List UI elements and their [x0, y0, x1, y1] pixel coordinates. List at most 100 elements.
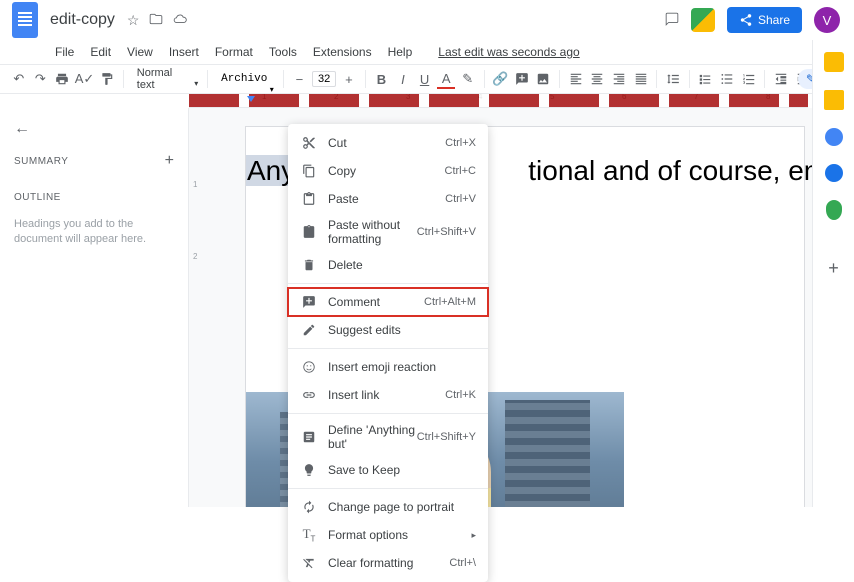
highlight-color-icon[interactable]: ✎ — [459, 69, 477, 89]
add-comment-icon[interactable] — [513, 69, 531, 89]
google-side-panel: + — [812, 40, 854, 507]
move-folder-icon[interactable] — [149, 12, 163, 29]
italic-icon[interactable]: I — [394, 69, 412, 89]
meet-icon[interactable] — [691, 8, 715, 32]
align-center-icon[interactable] — [589, 69, 607, 89]
share-label: Share — [758, 13, 790, 27]
link-icon — [300, 386, 318, 404]
share-button[interactable]: Share — [727, 7, 802, 33]
menu-extensions[interactable]: Extensions — [306, 42, 379, 62]
app-header: edit-copy ☆ Share V — [0, 0, 854, 40]
menu-tools[interactable]: Tools — [262, 42, 304, 62]
context-menu-save-to-keep[interactable]: Save to Keep — [288, 456, 488, 484]
collapse-sidebar-icon[interactable]: ← — [14, 120, 30, 138]
bold-icon[interactable]: B — [373, 69, 391, 89]
body-text[interactable]: tional and of course, emiss — [528, 155, 854, 186]
context-menu-label: Delete — [328, 258, 476, 272]
context-menu-paste[interactable]: PasteCtrl+V — [288, 185, 488, 213]
bulleted-list-icon[interactable] — [718, 69, 736, 89]
context-menu-label: Copy — [328, 164, 445, 178]
keep-icon[interactable] — [824, 90, 844, 110]
toolbar: ↶ ↷ A✓ Normal text Archivo − + B I U A ✎… — [0, 64, 854, 94]
paragraph-style-select[interactable]: Normal text — [131, 65, 200, 93]
spellcheck-icon[interactable]: A✓ — [75, 69, 95, 89]
context-menu-label: Define 'Anything but' — [328, 423, 417, 451]
context-menu-label: Insert emoji reaction — [328, 360, 476, 374]
contacts-icon[interactable] — [825, 164, 843, 182]
emoji-icon — [300, 358, 318, 376]
maps-icon[interactable] — [826, 200, 842, 220]
outline-sidebar: ← SUMMARY + OUTLINE Headings you add to … — [0, 108, 189, 507]
insert-image-icon[interactable] — [535, 69, 553, 89]
menu-insert[interactable]: Insert — [162, 42, 206, 62]
menu-view[interactable]: View — [120, 42, 160, 62]
docs-logo-icon[interactable] — [12, 2, 38, 38]
suggest-icon — [300, 321, 318, 339]
menu-bar: File Edit View Insert Format Tools Exten… — [0, 40, 854, 64]
context-menu-shortcut: Ctrl+K — [445, 389, 476, 401]
context-menu-insert-emoji-reaction[interactable]: Insert emoji reaction — [288, 353, 488, 381]
menu-help[interactable]: Help — [381, 42, 420, 62]
context-menu-shortcut: Ctrl+Shift+V — [417, 226, 476, 238]
context-menu-paste-without-formatting[interactable]: Paste without formattingCtrl+Shift+V — [288, 213, 488, 251]
undo-icon[interactable]: ↶ — [10, 69, 28, 89]
text-color-icon[interactable]: A — [437, 69, 455, 89]
context-menu-separator — [288, 348, 488, 349]
font-size-input[interactable] — [312, 71, 336, 87]
font-family-select[interactable]: Archivo — [215, 71, 276, 87]
menu-file[interactable]: File — [48, 42, 81, 62]
line-spacing-icon[interactable] — [664, 69, 682, 89]
cloud-saved-icon[interactable] — [173, 12, 187, 29]
paint-format-icon[interactable] — [98, 69, 116, 89]
decrease-indent-icon[interactable] — [772, 69, 790, 89]
tasks-icon[interactable] — [825, 128, 843, 146]
title-action-icons: ☆ — [127, 12, 188, 29]
context-menu-comment[interactable]: CommentCtrl+Alt+M — [288, 288, 488, 316]
context-menu-label: Clear formatting — [328, 556, 449, 570]
star-icon[interactable]: ☆ — [127, 12, 140, 29]
comment-history-icon[interactable] — [665, 10, 679, 31]
align-left-icon[interactable] — [567, 69, 585, 89]
context-menu-label: Insert link — [328, 388, 445, 402]
context-menu-insert-link[interactable]: Insert linkCtrl+K — [288, 381, 488, 409]
context-menu-delete[interactable]: Delete — [288, 251, 488, 279]
redo-icon[interactable]: ↷ — [32, 69, 50, 89]
context-menu-format-options[interactable]: TTFormat options▸ — [288, 521, 488, 549]
menu-format[interactable]: Format — [208, 42, 260, 62]
context-menu-label: Cut — [328, 136, 445, 150]
comment-icon — [300, 293, 318, 311]
add-addon-icon[interactable]: + — [828, 258, 839, 279]
last-edit-link[interactable]: Last edit was seconds ago — [431, 42, 586, 62]
numbered-list-icon[interactable] — [740, 69, 758, 89]
summary-label: SUMMARY — [14, 156, 68, 167]
copy-icon — [300, 162, 318, 180]
font-size-decrease[interactable]: − — [291, 69, 309, 89]
vertical-ruler[interactable]: 12 — [193, 108, 205, 408]
context-menu-cut[interactable]: CutCtrl+X — [288, 129, 488, 157]
context-menu-copy[interactable]: CopyCtrl+C — [288, 157, 488, 185]
context-menu-separator — [288, 413, 488, 414]
context-menu-shortcut: Ctrl+V — [445, 193, 476, 205]
checklist-icon[interactable] — [697, 69, 715, 89]
rotate-icon — [300, 498, 318, 516]
indent-marker-icon[interactable] — [247, 96, 255, 102]
paste-icon — [300, 190, 318, 208]
menu-edit[interactable]: Edit — [83, 42, 118, 62]
horizontal-ruler[interactable]: 123456789 — [189, 94, 808, 108]
insert-link-icon[interactable]: 🔗 — [491, 69, 509, 89]
context-menu-change-page-to-portrait[interactable]: Change page to portrait — [288, 493, 488, 521]
underline-icon[interactable]: U — [416, 69, 434, 89]
print-icon[interactable] — [53, 69, 71, 89]
align-justify-icon[interactable] — [632, 69, 650, 89]
context-menu-label: Suggest edits — [328, 323, 476, 337]
context-menu-clear-formatting[interactable]: Clear formattingCtrl+\ — [288, 549, 488, 577]
align-right-icon[interactable] — [610, 69, 628, 89]
context-menu-define-anything-but-[interactable]: Define 'Anything but'Ctrl+Shift+Y — [288, 418, 488, 456]
calendar-icon[interactable] — [824, 52, 844, 72]
context-menu-suggest-edits[interactable]: Suggest edits — [288, 316, 488, 344]
document-title[interactable]: edit-copy — [50, 11, 115, 29]
font-size-increase[interactable]: + — [340, 69, 358, 89]
add-summary-icon[interactable]: + — [165, 152, 174, 170]
context-menu-shortcut: Ctrl+\ — [449, 557, 476, 569]
user-avatar[interactable]: V — [814, 7, 840, 33]
